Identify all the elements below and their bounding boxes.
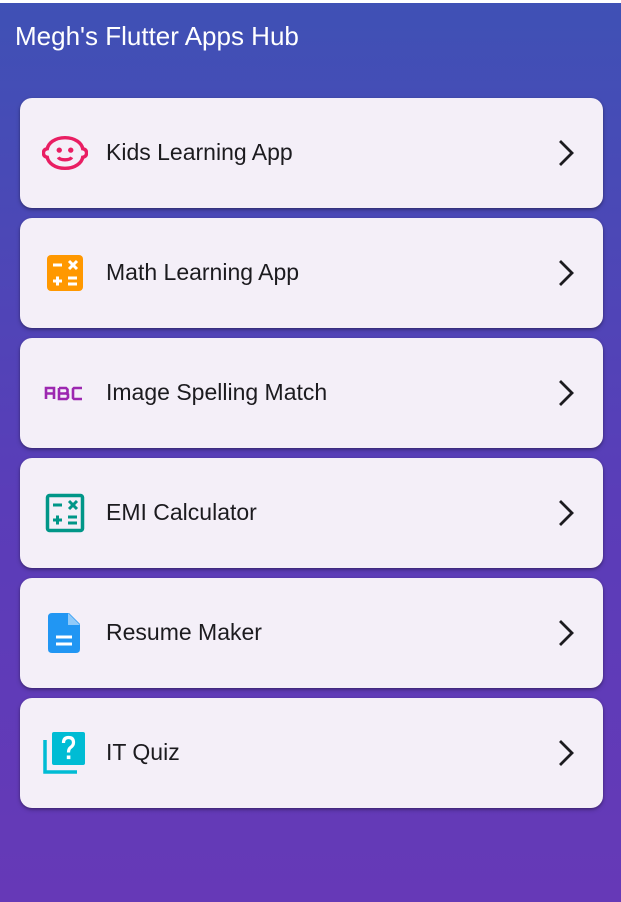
chevron-right-icon xyxy=(553,739,579,767)
app-card-emi-calculator[interactable]: EMI Calculator xyxy=(20,458,603,568)
app-label: Kids Learning App xyxy=(106,139,293,165)
app-card-image-spelling[interactable]: Image Spelling Match xyxy=(20,338,603,448)
chevron-right-icon xyxy=(553,499,579,527)
chevron-right-icon xyxy=(553,619,579,647)
app-label: Resume Maker xyxy=(106,619,262,645)
app-card-math-learning[interactable]: Math Learning App xyxy=(20,218,603,328)
app-label: Math Learning App xyxy=(106,259,300,285)
chevron-right-icon xyxy=(553,139,579,167)
app-card-it-quiz[interactable]: IT Quiz xyxy=(20,698,603,808)
calculate-icon xyxy=(42,253,88,293)
app-label: Image Spelling Match xyxy=(106,379,328,405)
app-card-resume-maker[interactable]: Resume Maker xyxy=(20,578,603,688)
app-card-kids-learning[interactable]: Kids Learning App xyxy=(20,98,603,208)
abc-icon xyxy=(42,373,88,413)
quiz-icon xyxy=(42,732,88,774)
chevron-right-icon xyxy=(553,259,579,287)
chevron-right-icon xyxy=(553,379,579,407)
app-label: IT Quiz xyxy=(106,739,180,765)
app-list: Kids Learning App Math Learning App Imag… xyxy=(20,98,603,818)
app-label: EMI Calculator xyxy=(106,499,257,525)
app-bar: Megh's Flutter Apps Hub xyxy=(0,3,621,73)
child-face-icon xyxy=(42,133,88,173)
calculate-outline-icon xyxy=(42,493,88,533)
app-title: Megh's Flutter Apps Hub xyxy=(15,21,299,51)
document-icon xyxy=(42,613,88,653)
